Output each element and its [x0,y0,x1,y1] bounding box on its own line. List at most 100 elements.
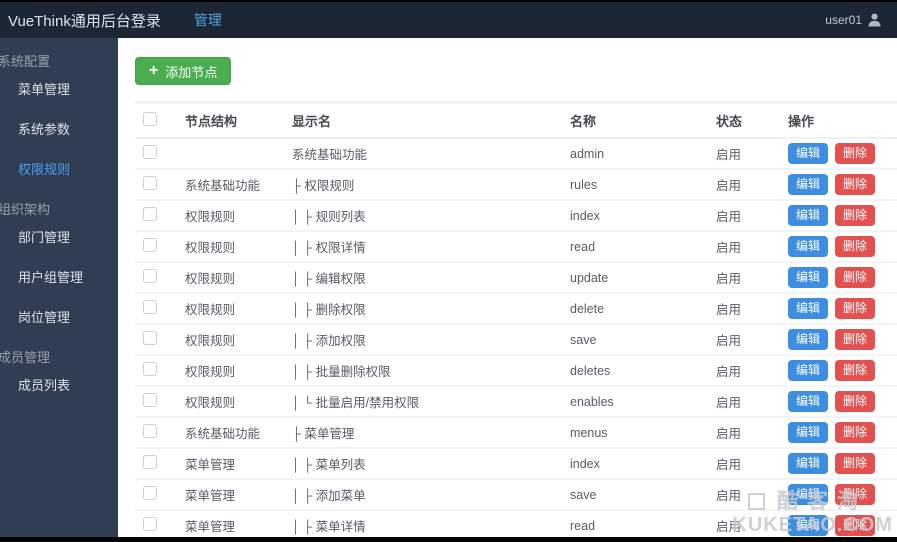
sidebar-item-用户组管理[interactable]: 用户组管理 [0,258,118,298]
cell-status: 启用 [716,458,742,472]
edit-button[interactable]: 编辑 [788,484,829,505]
col-name: 名称 [570,114,597,129]
cell-display-name: │ ├ 菜单列表 [292,458,366,472]
cell-status: 启用 [716,520,742,534]
delete-button[interactable]: 删除 [835,360,876,381]
sidebar-item-部门管理[interactable]: 部门管理 [0,218,118,258]
cell-actions: 编辑 删除 [788,329,897,350]
edit-button[interactable]: 编辑 [788,205,829,226]
cell-display-name: │ ├ 权限详情 [292,241,366,255]
row-checkbox[interactable] [143,455,157,469]
top-border [0,0,897,2]
table-row: 权限规则 │ ├ 权限详情 read 启用 编辑 删除 [135,232,897,263]
row-checkbox[interactable] [143,300,157,314]
delete-button[interactable]: 删除 [835,515,876,536]
delete-button[interactable]: 删除 [835,422,876,443]
nav-item-manage[interactable]: 管理 [194,10,222,30]
table-row: 菜单管理 │ ├ 添加菜单 save 启用 编辑 删除 [135,480,897,511]
table-body: 系统基础功能 admin 启用 编辑 删除 系统基础功能 ├ 权限规则 rules 启用 编辑 删除… [135,139,897,542]
delete-button[interactable]: 删除 [835,453,876,474]
row-checkbox[interactable] [143,269,157,283]
sidebar: 系统配置 菜单管理 系统参数 权限规则 组织架构 部门管理 用户组管理 岗位管理 成员管理 成员列… [0,38,118,537]
row-checkbox[interactable] [143,424,157,438]
sidebar-item-菜单管理[interactable]: 菜单管理 [0,70,118,110]
cell-actions: 编辑 删除 [788,143,897,164]
cell-name: delete [570,301,605,316]
delete-button[interactable]: 删除 [835,174,876,195]
row-checkbox-cell [135,424,177,441]
cell-node-structure: 权限规则 [185,272,236,286]
app-title: VueThink通用后台登录 [8,12,161,30]
edit-button[interactable]: 编辑 [788,515,829,536]
row-checkbox[interactable] [143,393,157,407]
row-checkbox-cell [135,486,177,503]
cell-status: 启用 [716,365,742,379]
edit-button[interactable]: 编辑 [788,360,829,381]
sidebar-item-权限规则[interactable]: 权限规则 [0,150,118,190]
sidebar-section-label: 组织架构 [0,202,51,217]
row-checkbox-cell [135,455,177,472]
sidebar-item-岗位管理[interactable]: 岗位管理 [0,298,118,338]
row-checkbox[interactable] [143,238,157,252]
cell-name: save [570,332,597,347]
edit-button[interactable]: 编辑 [788,453,829,474]
cell-actions: 编辑 删除 [788,360,897,381]
row-checkbox[interactable] [143,207,157,221]
row-checkbox-cell [135,517,177,534]
cell-node-structure: 权限规则 [185,241,236,255]
sidebar-item-系统参数[interactable]: 系统参数 [0,110,118,150]
select-all-checkbox[interactable] [143,112,157,126]
row-checkbox[interactable] [143,517,157,531]
delete-button[interactable]: 删除 [835,298,876,319]
cell-node-structure: 权限规则 [185,365,236,379]
add-node-button[interactable]: + 添加节点 [135,57,232,85]
cell-display-name: │ ├ 添加权限 [292,334,366,348]
delete-button[interactable]: 删除 [835,236,876,257]
delete-button[interactable]: 删除 [835,329,876,350]
bottom-border [0,537,897,542]
delete-button[interactable]: 删除 [835,391,876,412]
cell-display-name: │ ├ 菜单详情 [292,520,366,534]
cell-status: 启用 [716,179,742,193]
user-menu[interactable]: user01 [825,13,881,27]
cell-name: enables [570,394,614,409]
table-row: 菜单管理 │ ├ 菜单列表 index 启用 编辑 删除 [135,449,897,480]
edit-button[interactable]: 编辑 [788,391,829,412]
edit-button[interactable]: 编辑 [788,329,829,350]
row-checkbox[interactable] [143,486,157,500]
cell-name: save [570,487,597,502]
row-checkbox[interactable] [143,176,157,190]
table-row: 系统基础功能 ├ 菜单管理 menus 启用 编辑 删除 [135,418,897,449]
table-row: 权限规则 │ ├ 删除权限 delete 启用 编辑 删除 [135,294,897,325]
row-checkbox-cell [135,300,177,317]
table-row: 权限规则 │ └ 批量启用/禁用权限 enables 启用 编辑 删除 [135,387,897,418]
cell-status: 启用 [716,272,742,286]
cell-display-name: ├ 权限规则 [292,179,355,193]
edit-button[interactable]: 编辑 [788,298,829,319]
edit-button[interactable]: 编辑 [788,267,829,288]
cell-status: 启用 [716,148,742,162]
delete-button[interactable]: 删除 [835,267,876,288]
cell-status: 启用 [716,489,742,503]
header-checkbox-cell [135,112,177,129]
cell-display-name: │ ├ 规则列表 [292,210,366,224]
sidebar-item-成员列表[interactable]: 成员列表 [0,366,118,406]
row-checkbox-cell [135,393,177,410]
delete-button[interactable]: 删除 [835,484,876,505]
edit-button[interactable]: 编辑 [788,236,829,257]
cell-node-structure: 系统基础功能 [185,427,261,441]
delete-button[interactable]: 删除 [835,205,876,226]
row-checkbox[interactable] [143,362,157,376]
edit-button[interactable]: 编辑 [788,422,829,443]
cell-name: index [570,208,600,223]
row-checkbox[interactable] [143,145,157,159]
edit-button[interactable]: 编辑 [788,174,829,195]
row-checkbox[interactable] [143,331,157,345]
edit-button[interactable]: 编辑 [788,143,829,164]
cell-name: menus [570,425,608,440]
cell-name: admin [570,146,605,161]
cell-name: update [570,270,609,285]
nodes-table: 节点结构 显示名 名称 状态 操作 系统基础功能 admin 启用 编辑 删除 系统基础功… [135,101,897,542]
cell-actions: 编辑 删除 [788,298,897,319]
delete-button[interactable]: 删除 [835,143,876,164]
